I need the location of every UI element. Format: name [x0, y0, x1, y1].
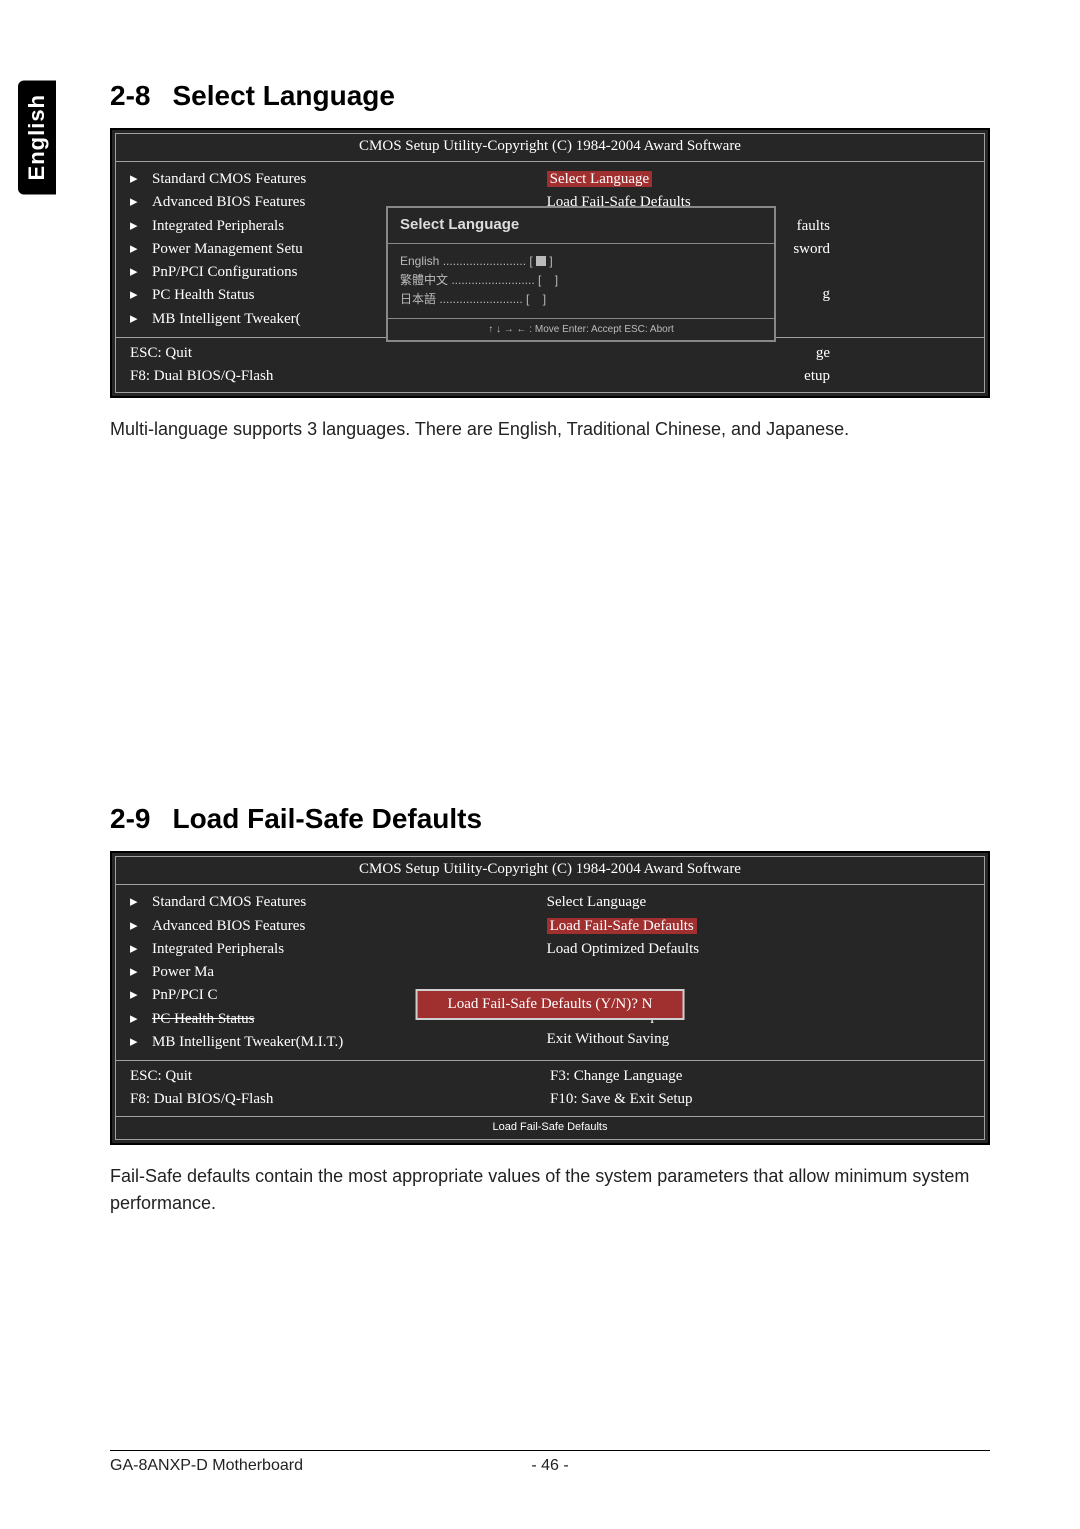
popup-key-hints: ↑ ↓ → ← : Move Enter: Accept ESC: Abort — [388, 318, 774, 340]
popup-title: Select Language — [388, 208, 774, 243]
section-body-text: Multi-language supports 3 languages. The… — [110, 416, 990, 443]
section-heading-2-9: 2-9 Load Fail-Safe Defaults — [110, 803, 990, 835]
lang-option-english[interactable]: English ......................... [ ] — [400, 252, 762, 271]
menu-item[interactable]: ▸Standard CMOS Features — [130, 891, 519, 914]
section-heading-2-8: 2-8 Select Language — [110, 80, 990, 112]
key-hint-esc: ESC: Quit — [130, 342, 550, 365]
section-title-text: Load Fail-Safe Defaults — [172, 803, 482, 834]
menu-item[interactable]: Select Language — [547, 891, 970, 914]
bios-title: CMOS Setup Utility-Copyright (C) 1984-20… — [116, 857, 984, 885]
menu-item-load-failsafe[interactable]: Load Fail-Safe Defaults — [547, 915, 970, 938]
bios-title: CMOS Setup Utility-Copyright (C) 1984-20… — [116, 134, 984, 162]
key-hint-f8: F8: Dual BIOS/Q-Flash — [130, 365, 550, 388]
section-number: 2-9 — [110, 803, 150, 834]
dialog-text: Load Fail-Safe Defaults (Y/N)? N — [448, 996, 653, 1012]
select-language-popup: Select Language English ................… — [386, 206, 776, 342]
key-hint-f3: F3: Change Language — [550, 1065, 970, 1088]
bios-screenshot-load-failsafe: CMOS Setup Utility-Copyright (C) 1984-20… — [110, 851, 990, 1144]
lang-option-japanese[interactable]: 日本語 ......................... [ ] — [400, 290, 762, 309]
menu-item[interactable]: ▸Standard CMOS Features — [130, 168, 519, 191]
section-number: 2-8 — [110, 80, 150, 111]
key-hint-f10: F10: Save & Exit Setup — [550, 1088, 970, 1111]
page-content: 2-8 Select Language CMOS Setup Utility-Co… — [110, 80, 990, 1217]
page-number: - 46 - — [531, 1457, 568, 1475]
menu-item[interactable]: ▸MB Intelligent Tweaker(M.I.T.) — [130, 1031, 519, 1054]
load-failsafe-dialog[interactable]: Load Fail-Safe Defaults (Y/N)? N — [416, 989, 685, 1020]
key-hint-f8: F8: Dual BIOS/Q-Flash — [130, 1088, 550, 1111]
section-title-text: Select Language — [172, 80, 395, 111]
menu-item[interactable]: ▸Power Ma — [130, 961, 519, 984]
lang-option-traditional-chinese[interactable]: 繁體中文 ......................... [ ] — [400, 271, 762, 290]
bios-status-bar: Load Fail-Safe Defaults — [116, 1116, 984, 1139]
menu-item[interactable]: ▸Integrated Peripherals — [130, 938, 519, 961]
menu-item[interactable]: Load Optimized Defaults — [547, 938, 970, 961]
menu-item-fragment: ge — [550, 342, 830, 365]
page-footer: GA-8ANXP-D Motherboard - 46 - — [110, 1450, 990, 1475]
selected-marker-icon — [536, 256, 546, 266]
menu-item-fragment: etup — [550, 365, 830, 388]
menu-item[interactable]: Exit Without Saving — [547, 1028, 970, 1051]
bios-screenshot-select-language: CMOS Setup Utility-Copyright (C) 1984-20… — [110, 128, 990, 398]
section-body-text: Fail-Safe defaults contain the most appr… — [110, 1163, 990, 1217]
key-hint-esc: ESC: Quit — [130, 1065, 550, 1088]
menu-item[interactable]: ▸Advanced BIOS Features — [130, 915, 519, 938]
product-name: GA-8ANXP-D Motherboard — [110, 1457, 303, 1474]
menu-item-select-language[interactable]: Select Language — [547, 168, 970, 191]
language-tab: English — [18, 80, 56, 194]
